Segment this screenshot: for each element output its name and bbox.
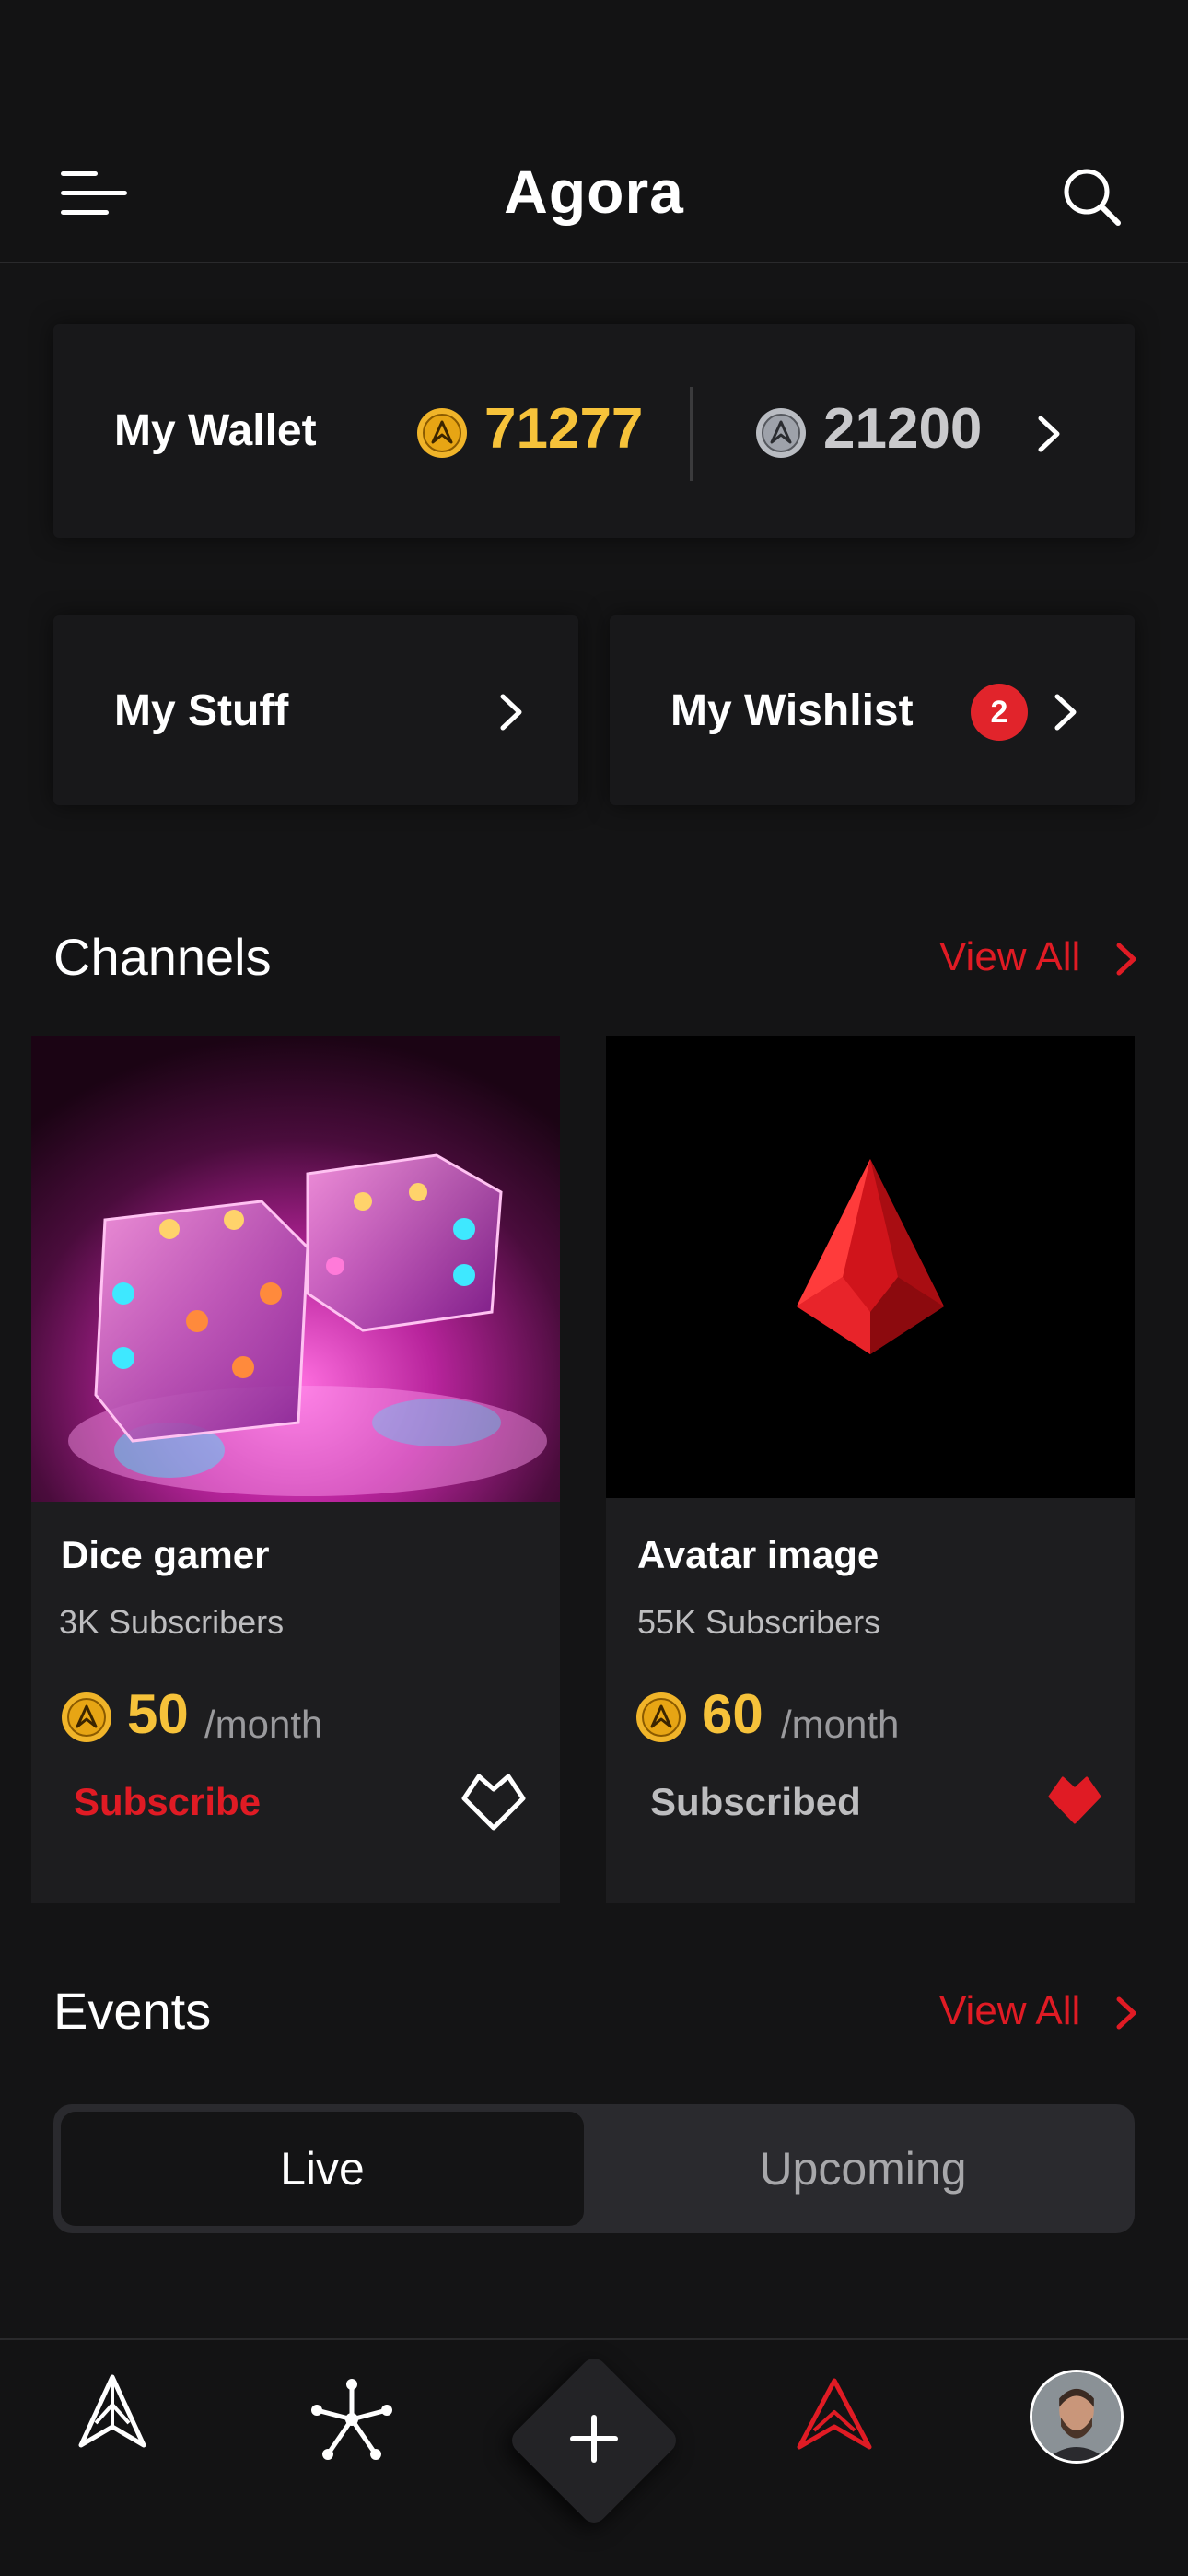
plus-icon bbox=[570, 2415, 618, 2463]
chevron-right-icon[interactable] bbox=[1035, 415, 1063, 453]
profile-avatar[interactable] bbox=[1030, 2370, 1124, 2464]
gold-balance: 71277 bbox=[484, 397, 644, 461]
channel-subscribers: 55K Subscribers bbox=[637, 1603, 881, 1641]
subscribe-button[interactable]: Subscribe bbox=[74, 1780, 261, 1824]
wishlist-count-badge: 2 bbox=[971, 684, 1028, 741]
heart-filled-icon[interactable] bbox=[1046, 1773, 1103, 1826]
silver-coin-icon bbox=[756, 408, 806, 458]
chevron-right-icon[interactable] bbox=[1114, 1996, 1138, 2031]
channel-thumbnail bbox=[606, 1036, 1135, 1498]
tab-live[interactable]: Live bbox=[61, 2112, 584, 2226]
price-period: /month bbox=[781, 1703, 900, 1746]
wallet-divider bbox=[690, 387, 693, 481]
heart-outline-icon[interactable] bbox=[459, 1769, 529, 1833]
channel-price: 50 bbox=[127, 1683, 189, 1745]
chevron-right-icon bbox=[500, 694, 522, 731]
price-period: /month bbox=[204, 1703, 323, 1746]
subscribed-button[interactable]: Subscribed bbox=[650, 1780, 861, 1824]
silver-balance: 21200 bbox=[823, 397, 983, 461]
gold-coin-icon bbox=[62, 1692, 111, 1742]
channel-thumbnail bbox=[31, 1036, 560, 1502]
my-wishlist-label: My Wishlist bbox=[670, 686, 914, 735]
channels-section-title: Channels bbox=[53, 928, 272, 986]
agora-icon[interactable] bbox=[794, 2375, 875, 2453]
my-stuff-label: My Stuff bbox=[114, 686, 289, 735]
events-section-title: Events bbox=[53, 1982, 212, 2040]
chevron-right-icon[interactable] bbox=[1114, 942, 1138, 977]
channel-name: Dice gamer bbox=[61, 1533, 270, 1576]
home-icon[interactable] bbox=[74, 2371, 151, 2454]
page-title: Agora bbox=[504, 158, 684, 226]
chevron-right-icon bbox=[1054, 694, 1077, 731]
wallet-label: My Wallet bbox=[114, 406, 317, 455]
channel-name: Avatar image bbox=[637, 1533, 879, 1576]
events-view-all-link[interactable]: View All bbox=[939, 1988, 1080, 2034]
channel-price: 60 bbox=[702, 1683, 763, 1745]
gold-coin-icon bbox=[636, 1692, 686, 1742]
network-icon[interactable] bbox=[309, 2377, 394, 2462]
channels-view-all-link[interactable]: View All bbox=[939, 934, 1080, 980]
search-icon[interactable] bbox=[1059, 164, 1124, 228]
gold-coin-icon bbox=[417, 408, 467, 458]
tab-upcoming[interactable]: Upcoming bbox=[599, 2112, 1127, 2226]
channel-subscribers: 3K Subscribers bbox=[59, 1603, 285, 1641]
